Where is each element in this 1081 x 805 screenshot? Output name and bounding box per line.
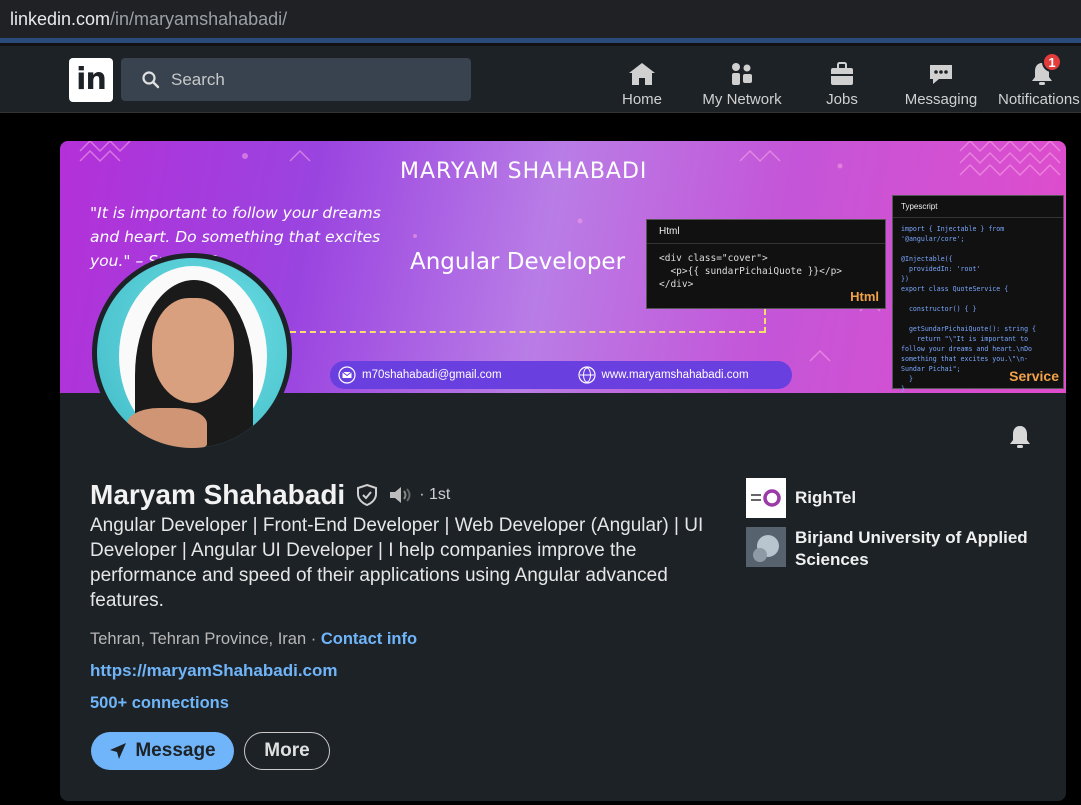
profile-location: Tehran, Tehran Province, Iran · xyxy=(90,630,317,648)
nav-messaging[interactable]: Messaging xyxy=(903,54,979,108)
typescript-code-header: Typescript xyxy=(893,196,1063,218)
profile-name: Maryam Shahabadi xyxy=(90,479,346,510)
pronunciation-speaker-icon[interactable] xyxy=(387,484,415,506)
org-name-rightel: RighTel xyxy=(795,488,857,507)
connections-link[interactable]: 500+ connections xyxy=(90,694,229,712)
banner-contact-bar: m70shahabadi@gmail.com www.maryamshahaba… xyxy=(330,361,792,389)
message-button-label: Message xyxy=(135,740,216,761)
send-icon xyxy=(110,743,127,759)
linkedin-logo[interactable]: in xyxy=(69,58,113,102)
nav-my-network-label: My Network xyxy=(702,91,782,108)
banner-quote: "It is important to follow your dreams a… xyxy=(90,204,381,270)
connections-row: 500+ connections xyxy=(90,694,229,713)
profile-location-row: Tehran, Tehran Province, Iran · Contact … xyxy=(90,630,417,649)
search-input[interactable] xyxy=(171,69,461,90)
org-item-rightel[interactable]: RighTel xyxy=(746,478,856,518)
network-icon xyxy=(732,63,752,85)
profile-headline: Angular Developer | Front-End Developer … xyxy=(90,515,704,611)
banner-dashed-line xyxy=(290,331,765,333)
notification-badge: 1 xyxy=(1042,52,1062,72)
nav-my-network[interactable]: My Network xyxy=(700,54,784,108)
url-path: /in/maryamshahabadi/ xyxy=(110,8,288,29)
search-icon xyxy=(142,70,160,88)
profile-card: MARYAM SHAHABADI "It is important to fol… xyxy=(60,141,1066,801)
typescript-code-box: Typescript import { Injectable } from '@… xyxy=(892,195,1064,393)
search-box[interactable] xyxy=(121,58,471,101)
chat-icon xyxy=(930,65,952,84)
banner-dashed-line-vertical xyxy=(764,309,766,333)
typescript-code: import { Injectable } from '@angular/cor… xyxy=(901,225,1036,393)
profile-name-row: Maryam Shahabadi · 1st xyxy=(90,479,450,511)
banner-website-text: www.maryamshahabadi.com xyxy=(601,369,749,381)
banner-email-text: m70shahabadi@gmail.com xyxy=(362,369,502,381)
follow-bell-icon[interactable] xyxy=(1006,423,1034,451)
profile-website-link[interactable]: https://maryamShahabadi.com xyxy=(90,661,338,680)
top-navigation: in Home My Network Jobs Messaging 1 Noti… xyxy=(0,46,1081,113)
school-logo xyxy=(746,527,786,567)
nav-jobs[interactable]: Jobs xyxy=(821,54,863,108)
home-icon xyxy=(629,63,655,85)
url-host: linkedin.com xyxy=(10,8,111,29)
nav-notifications[interactable]: 1 Notifications xyxy=(998,52,1081,108)
nav-jobs-label: Jobs xyxy=(826,91,858,108)
globe-icon xyxy=(577,366,596,384)
email-icon xyxy=(338,366,356,384)
nav-home[interactable]: Home xyxy=(617,54,667,108)
banner-role: Angular Developer xyxy=(410,249,626,275)
nav-notifications-label: Notifications xyxy=(998,91,1080,108)
banner-website: www.maryamshahabadi.com xyxy=(577,366,749,384)
html-code-header: Html xyxy=(647,220,885,244)
banner-email: m70shahabadi@gmail.com xyxy=(338,366,502,384)
connection-degree: · 1st xyxy=(419,486,451,503)
address-bar[interactable]: linkedin.com/in/maryamshahabadi/ xyxy=(0,0,1081,38)
html-code-box: Html <div class="cover"> <p>{{ sundarPic… xyxy=(646,219,886,309)
org-item-birjand-university[interactable]: Birjand University of Applied Sciences xyxy=(746,527,1035,571)
more-button[interactable]: More xyxy=(244,732,330,770)
profile-photo[interactable] xyxy=(92,253,292,453)
banner-title: MARYAM SHAHABADI xyxy=(400,159,648,184)
contact-info-link[interactable]: Contact info xyxy=(321,630,417,648)
message-button[interactable]: Message xyxy=(91,732,234,770)
briefcase-icon xyxy=(831,62,853,85)
nav-home-label: Home xyxy=(621,91,662,108)
rightel-logo xyxy=(746,478,786,518)
nav-messaging-label: Messaging xyxy=(904,91,978,108)
profile-website-row: https://maryamShahabadi.com xyxy=(90,661,338,681)
org-name-birjand-university: Birjand University of Applied Sciences xyxy=(795,528,1028,569)
verified-shield-icon[interactable] xyxy=(355,483,379,507)
html-code-tag: Html xyxy=(850,289,879,304)
typescript-code-tag: Service xyxy=(1009,368,1059,384)
